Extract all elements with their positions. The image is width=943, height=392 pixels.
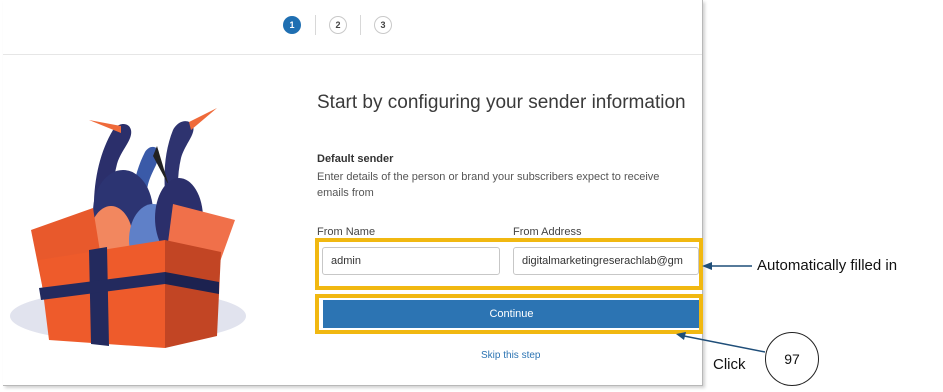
fields-arrow-head <box>702 262 712 270</box>
click-arrow-head <box>676 332 686 340</box>
step-number-badge: 97 <box>765 332 819 386</box>
click-arrow <box>683 335 766 353</box>
click-note: Click <box>713 356 746 373</box>
auto-filled-note: Automatically filled in <box>757 257 898 274</box>
